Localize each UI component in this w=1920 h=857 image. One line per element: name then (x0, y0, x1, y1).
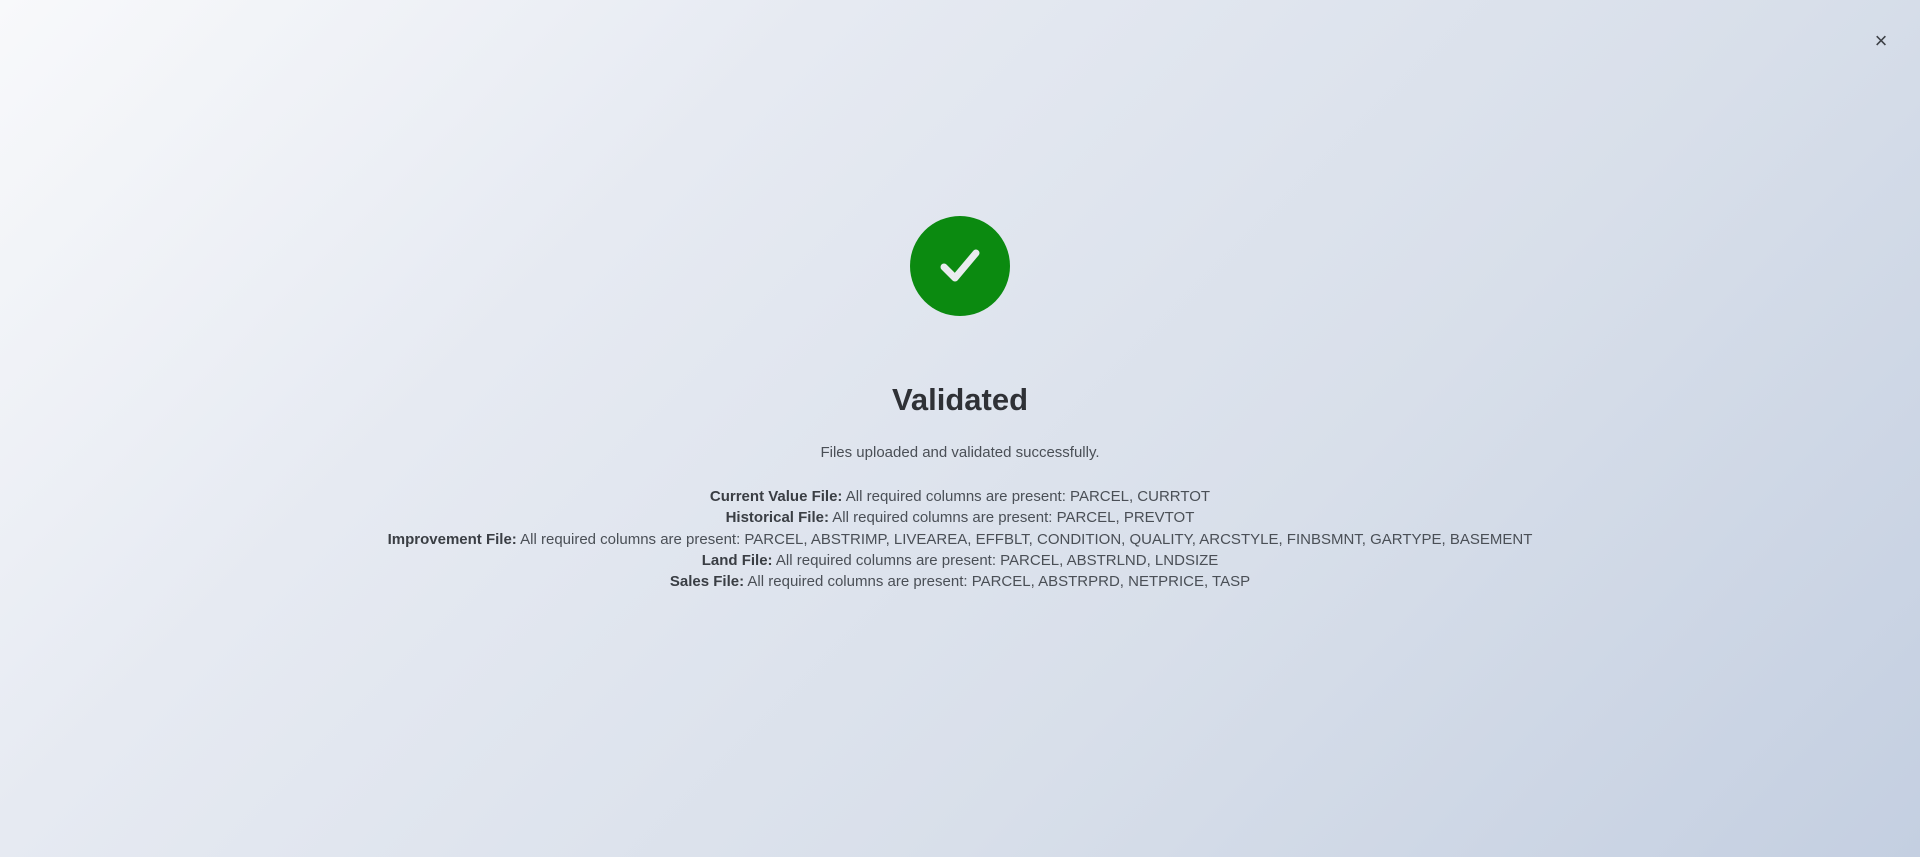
result-text: All required columns are present: PARCEL… (775, 551, 1219, 569)
status-title: Validated (891, 382, 1029, 417)
result-label: Sales File: (669, 573, 745, 591)
result-item-historical: Historical File: All required columns ar… (726, 507, 1195, 528)
status-message: Files uploaded and validated successfull… (820, 444, 1100, 461)
result-label: Land File: (701, 551, 773, 569)
check-circle-icon (910, 216, 1010, 316)
result-text: All required columns are present: PARCEL… (747, 573, 1251, 591)
result-item-land: Land File: All required columns are pres… (702, 550, 1219, 571)
result-text: All required columns are present: PARCEL… (520, 530, 1533, 548)
checkmark-icon (940, 249, 980, 282)
result-item-improvement: Improvement File: All required columns a… (388, 529, 1533, 550)
result-text: All required columns are present: PARCEL… (845, 488, 1211, 505)
validation-result-panel: Validated Files uploaded and validated s… (0, 216, 1920, 592)
close-icon[interactable]: × (1875, 30, 1888, 52)
result-item-current-value: Current Value File: All required columns… (710, 486, 1210, 507)
result-label: Historical File: (725, 509, 829, 527)
result-label: Current Value File: (709, 488, 843, 505)
result-label: Improvement File: (387, 530, 517, 548)
result-item-sales: Sales File: All required columns are pre… (670, 571, 1250, 592)
result-text: All required columns are present: PARCEL… (832, 509, 1195, 527)
close-button[interactable]: × (1866, 26, 1896, 56)
validation-results-list: Current Value File: All required columns… (388, 486, 1533, 592)
